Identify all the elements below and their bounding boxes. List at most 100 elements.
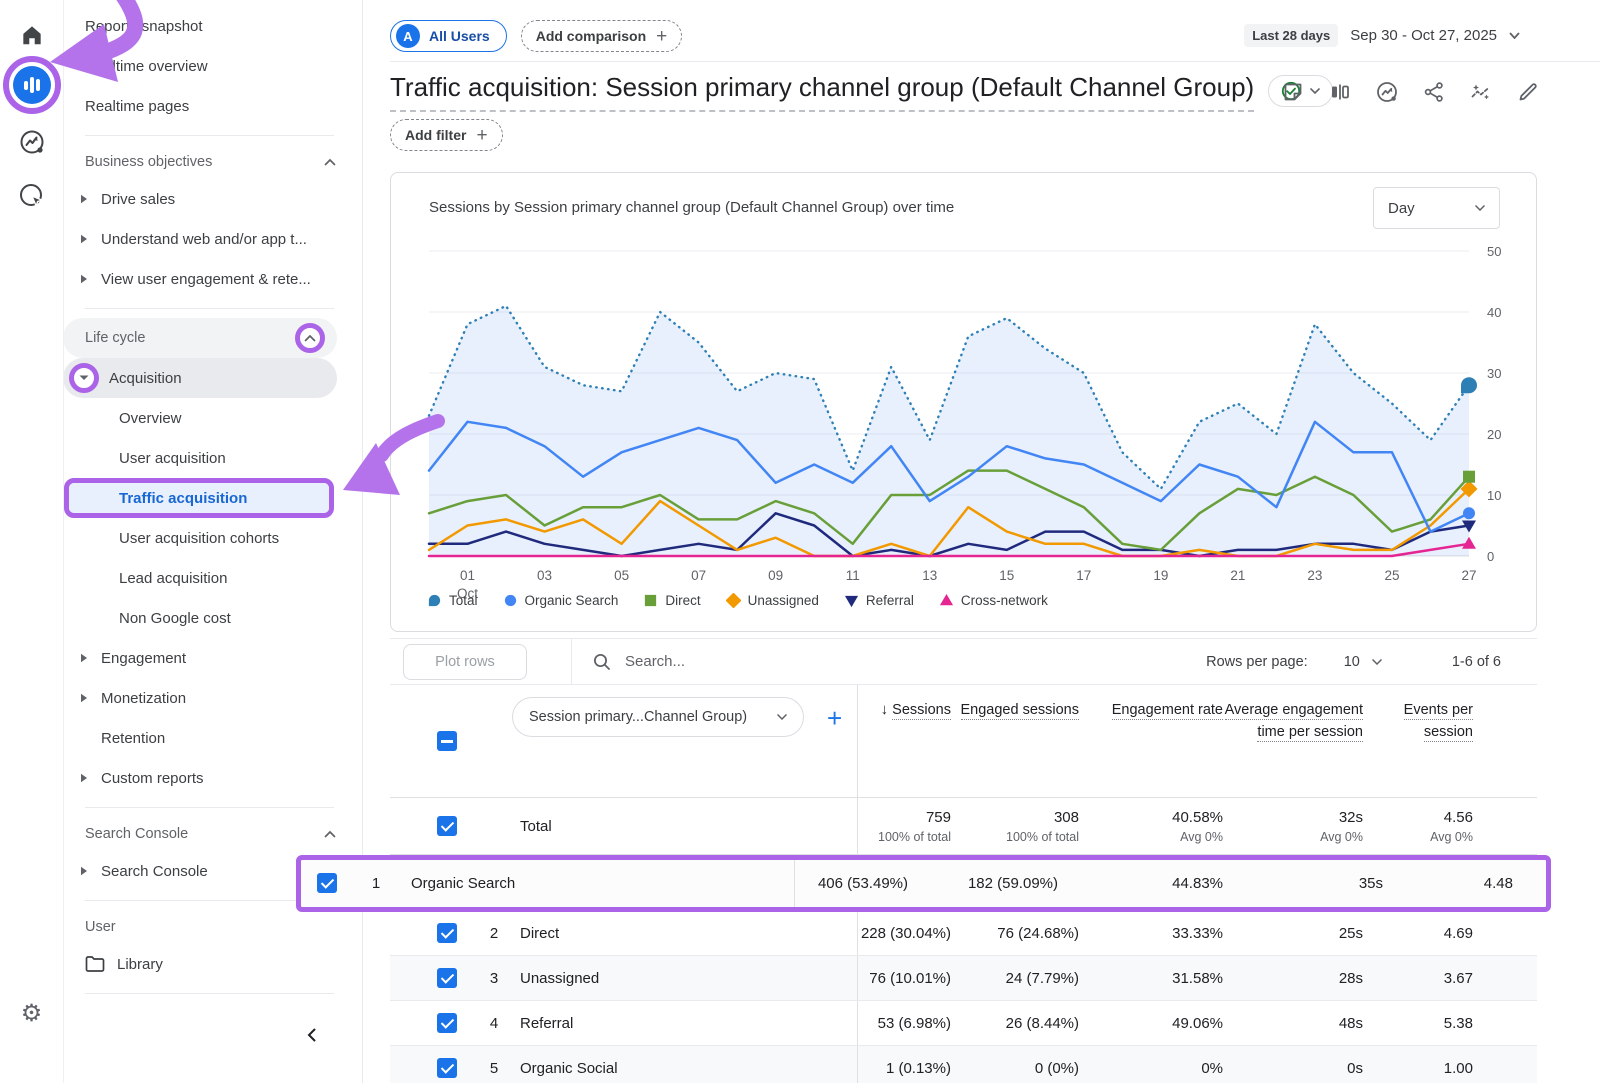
all-users-label: All Users <box>429 28 490 44</box>
metric-value: 3.67 <box>1363 956 1473 1000</box>
explore-icon[interactable] <box>0 128 63 156</box>
sidebar-item-label: Drive sales <box>101 191 175 208</box>
sidebar-section-business-objectives[interactable]: Business objectives <box>63 145 362 179</box>
metric-value: 1.00 <box>1363 1046 1473 1083</box>
column-header-engagement-rate[interactable]: Engagement rate <box>1079 685 1223 797</box>
sidebar-item-lead-acquisition[interactable]: Lead acquisition <box>63 558 362 598</box>
table-search-input[interactable]: Search... <box>592 652 685 672</box>
svg-text:50: 50 <box>1487 244 1501 259</box>
granularity-select[interactable]: Day <box>1373 187 1500 229</box>
home-icon[interactable] <box>0 22 63 48</box>
notes-icon[interactable] <box>1281 80 1305 104</box>
row-checkbox[interactable] <box>317 873 337 893</box>
sidebar-item-realtime-overview[interactable]: Realtime overview <box>63 46 362 86</box>
row-number: 1 <box>361 860 391 907</box>
sidebar-item-label: Understand web and/or app t... <box>101 231 307 248</box>
sidebar-item-label: Search Console <box>101 863 208 880</box>
collapse-section-icon[interactable] <box>324 158 336 166</box>
sidebar-item-monetization[interactable]: Monetization <box>63 678 362 718</box>
svg-text:15: 15 <box>999 568 1014 583</box>
row-checkbox[interactable] <box>437 1058 457 1078</box>
sidebar-item-custom-reports[interactable]: Custom reports <box>63 758 362 798</box>
sidebar-item-retention[interactable]: Retention <box>63 718 362 758</box>
metric-value: 308 <box>1054 809 1079 826</box>
column-header-average-engagement-time-per-session[interactable]: Average engagement time per session <box>1223 685 1363 797</box>
row-checkbox[interactable] <box>437 923 457 943</box>
dimension-select[interactable]: Session primary...Channel Group) <box>512 697 804 737</box>
date-range-picker[interactable]: Last 28 days Sep 30 - Oct 27, 2025 <box>1244 24 1520 47</box>
reports-nav-icon[interactable] <box>0 66 63 104</box>
table-row-referral[interactable]: 4Referral53 (6.98%)26 (8.44%)49.06%48s5.… <box>390 1001 1537 1046</box>
add-comparison-button[interactable]: Add comparison + <box>521 20 683 52</box>
sidebar-item-non-google-cost[interactable]: Non Google cost <box>63 598 362 638</box>
sort-descending-icon: ↓ <box>881 701 889 718</box>
legend-label: Total <box>449 593 478 608</box>
metric-value: 0% <box>1079 1046 1223 1083</box>
row-number: 5 <box>480 1046 508 1083</box>
sidebar-item-library[interactable]: Library <box>63 944 362 984</box>
chart-legend: TotalOrganic SearchDirectUnassignedRefer… <box>427 593 1048 608</box>
sidebar-item-view-user-engagement-rete[interactable]: View user engagement & rete... <box>63 259 362 299</box>
organic-search-row[interactable]: 1 Organic Search 406 (53.49%) 182 (59.09… <box>296 855 1551 912</box>
table-row-unassigned[interactable]: 3Unassigned76 (10.01%)24 (7.79%)31.58%28… <box>390 956 1537 1001</box>
sidebar-item-user-acquisition[interactable]: User acquisition <box>63 438 362 478</box>
chevron-down-icon[interactable] <box>1372 659 1382 665</box>
sidebar-section-search-console[interactable]: Search Console <box>63 817 362 851</box>
page-title: Traffic acquisition: Session primary cha… <box>390 72 1254 112</box>
metric-value: 0s <box>1223 1046 1363 1083</box>
add-dimension-button[interactable]: + <box>827 703 842 734</box>
metric-value: 25s <box>1223 911 1363 955</box>
all-users-segment-pill[interactable]: A All Users <box>390 20 507 52</box>
collapse-section-icon[interactable] <box>324 830 336 838</box>
expand-arrow-icon <box>80 653 88 663</box>
plot-rows-button[interactable]: Plot rows <box>403 644 527 680</box>
sparkline-insights-icon[interactable] <box>1469 80 1493 104</box>
row-checkbox[interactable] <box>437 1013 457 1033</box>
engaged-sessions-value: 182 (59.09%) <box>908 860 1058 907</box>
sidebar-item-reports-snapshot[interactable]: Reports snapshot <box>63 6 362 46</box>
insights-icon[interactable] <box>1375 80 1399 104</box>
settings-icon[interactable]: ⚙ <box>0 1002 63 1026</box>
sidebar-item-acquisition[interactable]: Acquisition <box>63 358 337 398</box>
segment-avatar: A <box>396 24 420 48</box>
expand-arrow-icon <box>80 234 88 244</box>
sidebar-section-life-cycle[interactable]: Life cycle <box>63 318 337 358</box>
select-all-checkbox[interactable] <box>437 731 457 751</box>
sidebar-nav: Reports snapshotRealtime overviewRealtim… <box>63 0 363 1083</box>
svg-text:25: 25 <box>1384 568 1399 583</box>
rows-per-page-label: Rows per page: <box>1206 654 1308 670</box>
collapse-section-icon[interactable] <box>295 323 325 353</box>
sidebar-item-traffic-acquisition[interactable]: Traffic acquisition <box>69 483 329 513</box>
advertising-icon[interactable] <box>0 182 63 210</box>
header-divider <box>390 61 1600 62</box>
sidebar-item-drive-sales[interactable]: Drive sales <box>63 179 362 219</box>
sidebar-item-label: Retention <box>101 730 165 747</box>
svg-text:09: 09 <box>768 568 783 583</box>
row-label: Direct <box>520 911 559 955</box>
date-range-badge: Last 28 days <box>1244 24 1338 47</box>
share-icon[interactable] <box>1422 80 1446 104</box>
row-checkbox[interactable] <box>437 968 457 988</box>
column-header-engaged-sessions[interactable]: Engaged sessions <box>951 685 1079 797</box>
column-header-sessions[interactable]: ↓Sessions <box>858 685 951 797</box>
add-filter-button[interactable]: Add filter + <box>390 119 503 151</box>
column-header-events-per-session[interactable]: Events per session <box>1363 685 1473 797</box>
rows-per-page-value[interactable]: 10 <box>1344 654 1360 670</box>
comparison-panels-icon[interactable] <box>1328 80 1352 104</box>
collapse-sidebar-icon[interactable] <box>304 1027 320 1043</box>
table-row-organic-social[interactable]: 5Organic Social1 (0.13%)0 (0%)0%0s1.00 <box>390 1046 1537 1083</box>
sidebar-item-user-acquisition-cohorts[interactable]: User acquisition cohorts <box>63 518 362 558</box>
sidebar-item-realtime-pages[interactable]: Realtime pages <box>63 86 362 126</box>
table-body: 2Direct228 (30.04%)76 (24.68%)33.33%25s4… <box>390 911 1537 1083</box>
sidebar-item-overview[interactable]: Overview <box>63 398 362 438</box>
legend-label: Direct <box>665 593 700 608</box>
sidebar-section-user[interactable]: User <box>63 910 362 944</box>
expand-arrow-icon <box>80 693 88 703</box>
row-checkbox[interactable] <box>437 816 457 836</box>
svg-text:01: 01 <box>460 568 475 583</box>
table-row-direct[interactable]: 2Direct228 (30.04%)76 (24.68%)33.33%25s4… <box>390 911 1537 956</box>
metric-value: 228 (30.04%) <box>858 911 951 955</box>
edit-icon[interactable] <box>1516 80 1540 104</box>
sidebar-item-engagement[interactable]: Engagement <box>63 638 362 678</box>
sidebar-item-understand-web-and-or-app-t[interactable]: Understand web and/or app t... <box>63 219 362 259</box>
